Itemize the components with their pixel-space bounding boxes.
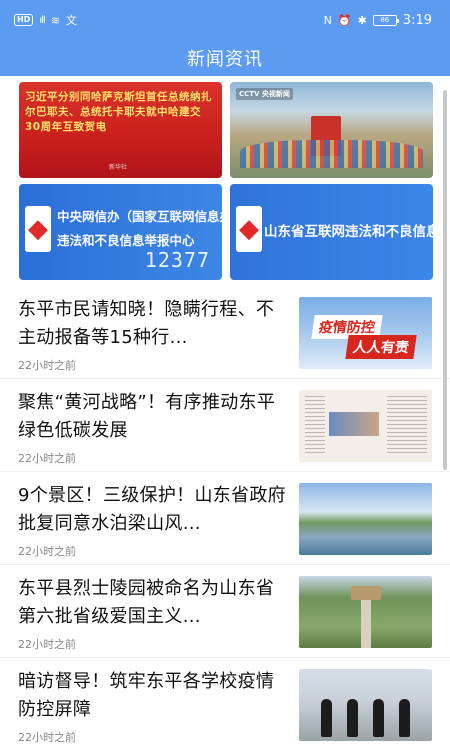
news-time: 22小时之前 [18, 452, 76, 465]
news-time: 22小时之前 [18, 638, 76, 651]
list-item[interactable]: 暗访督导！筑牢东平各学校疫情防控屏障 22小时之前 [0, 658, 450, 750]
thumb-person [373, 699, 384, 737]
signal-icon: ıll [39, 14, 45, 26]
cctv-logo: CCTV 央视新闻 [236, 88, 293, 100]
banner-ceremony-photo[interactable]: CCTV 央视新闻 [230, 82, 433, 178]
report-logo-icon: ◆ [236, 206, 262, 252]
battery-level: 86 [380, 16, 390, 24]
news-thumbnail [299, 669, 432, 741]
thumb-road [361, 596, 371, 648]
bluetooth-icon: ✱ [357, 13, 367, 27]
banner-grid: 习近平分别同哈萨克斯坦首任总统纳扎尔巴耶夫、总统托卡耶夫就中哈建交30周年互致贺… [0, 76, 450, 280]
input-method-icon: 文 [65, 14, 77, 27]
thumb-person [399, 699, 410, 737]
news-title: 9个景区！三级保护！山东省政府批复同意水泊梁山风... [18, 485, 286, 534]
ceremony-crowd [240, 139, 423, 169]
hd-badge: HD [14, 14, 34, 26]
banner-line1: 中央网信办（国家互联网信息办公室） [57, 209, 222, 224]
page-title: 新闻资讯 [0, 40, 450, 76]
thumb-person [347, 699, 358, 737]
news-thumbnail [299, 576, 432, 648]
news-time: 22小时之前 [18, 731, 76, 744]
banner-source: 新华社 [109, 164, 128, 171]
status-right: N ⏰ ✱ 86 3:19 [324, 13, 432, 28]
list-item[interactable]: 东平市民请知晓！隐瞒行程、不主动报备等15种行... 22小时之前 疫情防控 人… [0, 286, 450, 379]
news-thumbnail [299, 390, 432, 462]
news-title: 东平市民请知晓！隐瞒行程、不主动报备等15种行... [18, 299, 275, 348]
alarm-icon: ⏰ [337, 13, 352, 27]
news-thumbnail [299, 483, 432, 555]
nfc-icon: N [323, 13, 332, 27]
wifi-icon: ≋ [50, 13, 60, 27]
battery-icon: 86 [372, 14, 399, 26]
news-text: 聚焦“黄河战略”！有序推动东平绿色低碳发展 22小时之前 [18, 379, 288, 471]
news-title: 东平县烈士陵园被命名为山东省第六批省级爱国主义... [18, 578, 275, 627]
news-time: 22小时之前 [18, 359, 76, 372]
thumb-monument [351, 586, 381, 600]
list-item[interactable]: 东平县烈士陵园被命名为山东省第六批省级爱国主义... 22小时之前 [0, 565, 450, 658]
news-list: 东平市民请知晓！隐瞒行程、不主动报备等15种行... 22小时之前 疫情防控 人… [0, 286, 450, 750]
banner-line2: 违法和不良信息举报中心 [57, 233, 195, 248]
scrollbar[interactable] [443, 90, 447, 470]
thumb-person [321, 699, 332, 737]
news-thumbnail: 疫情防控 人人有责 [299, 297, 432, 369]
hotline-number: 12377 [144, 248, 210, 272]
newspaper-column [387, 396, 427, 456]
banner-shandong-report-center[interactable]: ◆ 山东省互联网违法和不良信息举报中心 [230, 184, 433, 280]
list-item[interactable]: 9个景区！三级保护！山东省政府批复同意水泊梁山风... 22小时之前 [0, 472, 450, 565]
news-text: 9个景区！三级保护！山东省政府批复同意水泊梁山风... 22小时之前 [18, 472, 288, 564]
news-text: 暗访督导！筑牢东平各学校疫情防控屏障 22小时之前 [18, 658, 288, 750]
app-screen: HD ıll ≋ 文 N ⏰ ✱ 86 3:19 新闻资讯 习近平分别同哈萨克斯… [0, 0, 450, 750]
news-text: 东平县烈士陵园被命名为山东省第六批省级爱国主义... 22小时之前 [18, 565, 288, 657]
news-time: 22小时之前 [18, 545, 76, 558]
list-item[interactable]: 聚焦“黄河战略”！有序推动东平绿色低碳发展 22小时之前 [0, 379, 450, 472]
thumb-caption-b: 人人有责 [345, 335, 417, 359]
banner-text: 山东省互联网违法和不良信息举报中心 [264, 224, 433, 240]
news-text: 东平市民请知晓！隐瞒行程、不主动报备等15种行... 22小时之前 [18, 286, 288, 378]
report-logo-icon: ◆ [25, 206, 51, 252]
banner-news-congrats[interactable]: 习近平分别同哈萨克斯坦首任总统纳扎尔巴耶夫、总统托卡耶夫就中哈建交30周年互致贺… [19, 82, 222, 178]
newspaper-photo [329, 412, 379, 436]
newspaper-column [305, 396, 325, 456]
banner-central-report-center[interactable]: ◆ 中央网信办（国家互联网信息办公室） 违法和不良信息举报中心 12377 [19, 184, 222, 280]
news-title: 暗访督导！筑牢东平各学校疫情防控屏障 [18, 671, 275, 720]
news-title: 聚焦“黄河战略”！有序推动东平绿色低碳发展 [18, 392, 276, 441]
banner-headline: 习近平分别同哈萨克斯坦首任总统纳扎尔巴耶夫、总统托卡耶夫就中哈建交30周年互致贺… [25, 91, 212, 133]
status-left: HD ıll ≋ 文 [14, 12, 77, 28]
status-bar: HD ıll ≋ 文 N ⏰ ✱ 86 3:19 [0, 0, 450, 40]
clock: 3:19 [402, 12, 432, 28]
